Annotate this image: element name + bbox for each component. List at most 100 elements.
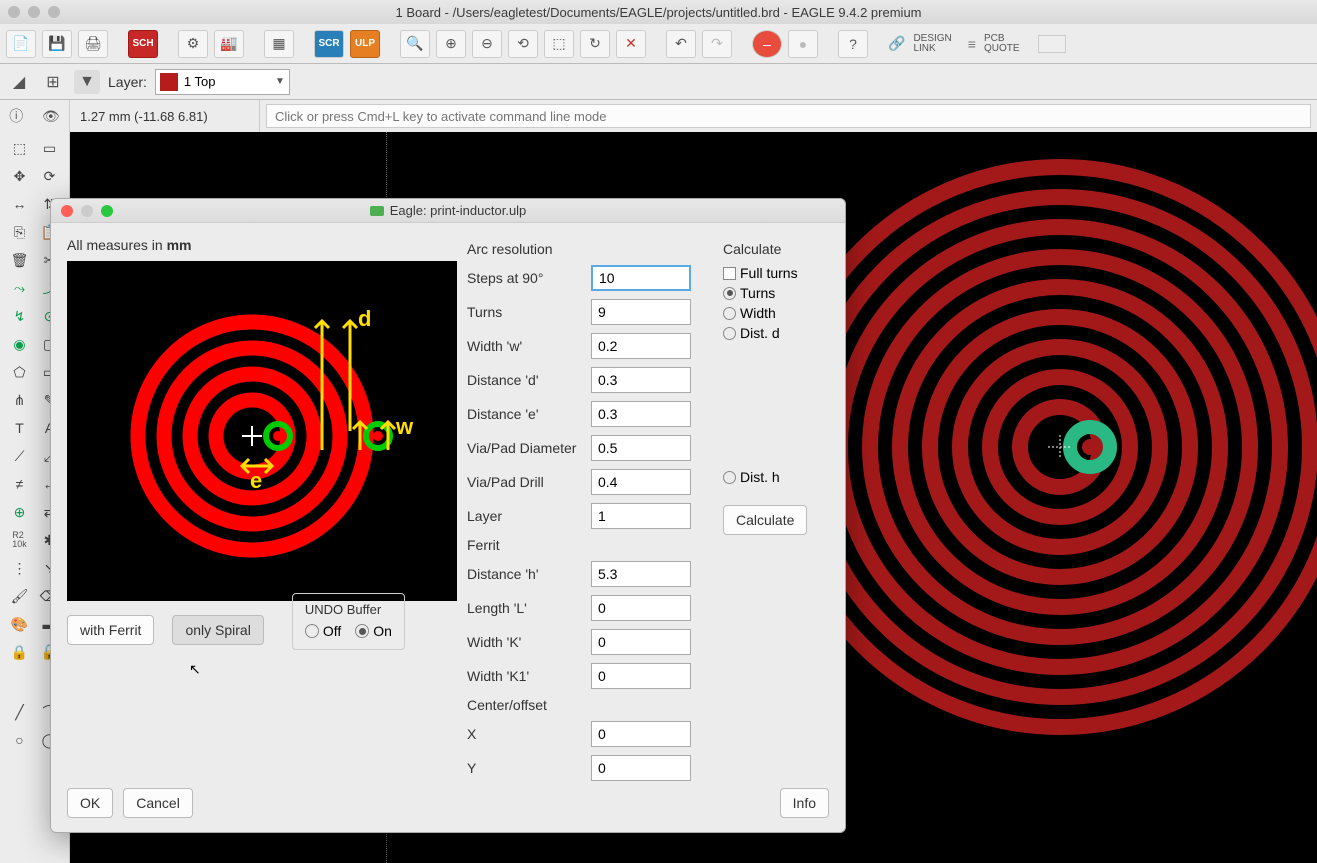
add-tool[interactable]: ⊕ — [7, 500, 33, 524]
eye-icon[interactable]: 👁 — [42, 108, 60, 125]
zoom-out-icon[interactable]: ⊖ — [472, 30, 502, 58]
calc-turns-radio[interactable]: Turns — [723, 285, 863, 301]
open-icon[interactable]: 📄 — [6, 30, 36, 58]
manufacture-icon[interactable]: 🏭 — [214, 30, 244, 58]
with-ferrit-button[interactable]: with Ferrit — [67, 615, 154, 645]
undo-title: UNDO Buffer — [305, 602, 392, 617]
undo-buffer-group: UNDO Buffer Off On — [292, 593, 405, 650]
go-icon[interactable]: ● — [788, 30, 818, 58]
svg-text:e: e — [250, 468, 262, 493]
brush-tool[interactable]: 🖌 — [7, 584, 33, 608]
via-diam-label: Via/Pad Diameter — [467, 440, 591, 456]
polygon-tool[interactable]: ⬠ — [7, 360, 33, 384]
lock-tool[interactable]: 🔒 — [7, 640, 33, 664]
route-tool[interactable]: ⤳ — [7, 276, 33, 300]
arc-title: Arc resolution — [467, 241, 707, 257]
move-tool[interactable]: ✥ — [7, 164, 33, 188]
ulp-button[interactable]: ULP — [350, 30, 380, 58]
save-icon[interactable]: 💾 — [42, 30, 72, 58]
ulp-dialog: Eagle: print-inductor.ulp All measures i… — [50, 198, 846, 833]
ok-button[interactable]: OK — [67, 788, 113, 818]
dim-tool[interactable]: ≠ — [7, 472, 33, 496]
info-icon[interactable]: ⓘ — [9, 106, 23, 126]
turns-input[interactable] — [591, 299, 691, 325]
select-tool[interactable]: ⬚ — [7, 136, 33, 160]
layer-select[interactable]: 1 Top ▼ — [155, 69, 290, 95]
main-toolbar: 📄 💾 🖨 SCH ⚙ 🏭 ▦ SCR ULP 🔍 ⊕ ⊖ ⟲ ⬚ ↻ ✕ ↶ … — [0, 24, 1317, 64]
paint-tool[interactable]: 🎨 — [7, 612, 33, 636]
zoom-fit-icon[interactable]: 🔍 — [400, 30, 430, 58]
sch-button[interactable]: SCH — [128, 30, 158, 58]
calc-width-radio[interactable]: Width — [723, 305, 863, 321]
only-spiral-button[interactable]: only Spiral — [172, 615, 263, 645]
calc-dist-d-radio[interactable]: Dist. d — [723, 325, 863, 341]
dist-d-label: Distance 'd' — [467, 372, 591, 388]
zoom-select-icon[interactable]: ⬚ — [544, 30, 574, 58]
width-w-label: Width 'w' — [467, 338, 591, 354]
steps-input[interactable] — [591, 265, 691, 291]
y-label: Y — [467, 760, 591, 776]
delete-tool[interactable]: 🗑 — [7, 248, 33, 272]
width-k1-input[interactable] — [591, 663, 691, 689]
zoom-in-icon[interactable]: ⊕ — [436, 30, 466, 58]
print-icon[interactable]: 🖨 — [78, 30, 108, 58]
scr-button[interactable]: SCR — [314, 30, 344, 58]
width-k-label: Width 'K' — [467, 634, 591, 650]
full-turns-check[interactable]: Full turns — [723, 265, 863, 281]
stop-icon[interactable]: – — [752, 30, 782, 58]
via-drill-input[interactable] — [591, 469, 691, 495]
library-icon[interactable]: ▦ — [264, 30, 294, 58]
layers-icon[interactable]: ◢ — [6, 70, 32, 94]
line-tool[interactable]: ╱ — [7, 700, 33, 724]
redo-icon[interactable]: ↷ — [702, 30, 732, 58]
value-tool[interactable]: R210k — [7, 528, 33, 552]
width-k-input[interactable] — [591, 629, 691, 655]
cancel-button[interactable]: Cancel — [123, 788, 193, 818]
rotate-tool[interactable]: ⟳ — [37, 164, 63, 188]
dialog-titlebar[interactable]: Eagle: print-inductor.ulp — [51, 199, 845, 223]
dist-e-label: Distance 'e' — [467, 406, 591, 422]
refresh-icon[interactable]: ↻ — [580, 30, 610, 58]
dist-h-input[interactable] — [591, 561, 691, 587]
command-input[interactable] — [266, 104, 1311, 128]
pcb-quote-button[interactable]: ≡ PCBQUOTE — [968, 34, 1020, 54]
pinarray-tool[interactable]: ⋮ — [7, 556, 33, 580]
layer-swatch — [160, 73, 178, 91]
via-diam-input[interactable] — [591, 435, 691, 461]
mirror-tool[interactable]: ↔ — [7, 192, 33, 216]
undo-icon[interactable]: ↶ — [666, 30, 696, 58]
text-tool[interactable]: T — [7, 416, 33, 440]
info-button[interactable]: Info — [780, 788, 829, 818]
filter-icon[interactable]: ▼ — [74, 70, 100, 94]
ulp-icon — [370, 206, 384, 216]
hole-tool[interactable]: ◉ — [7, 332, 33, 356]
width-k1-label: Width 'K1' — [467, 668, 591, 684]
design-link-button[interactable]: 🔗 DESIGNLINK — [888, 34, 952, 54]
calc-dist-h-radio[interactable]: Dist. h — [723, 469, 863, 485]
svg-text:d: d — [358, 306, 371, 331]
width-w-input[interactable] — [591, 333, 691, 359]
dist-d-input[interactable] — [591, 367, 691, 393]
coordinates: 1.27 mm (-11.68 6.81) — [70, 100, 260, 132]
y-input[interactable] — [591, 755, 691, 781]
cross-icon[interactable]: ✕ — [616, 30, 646, 58]
cam-icon[interactable]: ⚙ — [178, 30, 208, 58]
grid-icon[interactable]: ⊞ — [40, 70, 66, 94]
x-input[interactable] — [591, 721, 691, 747]
miter-tool[interactable]: ⟋ — [7, 444, 33, 468]
undo-on-radio[interactable]: On — [355, 623, 392, 639]
undo-off-radio[interactable]: Off — [305, 623, 341, 639]
net-tool[interactable]: ⋔ — [7, 388, 33, 412]
help-icon[interactable]: ? — [838, 30, 868, 58]
len-l-label: Length 'L' — [467, 600, 591, 616]
dist-e-input[interactable] — [591, 401, 691, 427]
copy-tool[interactable]: ⎘ — [7, 220, 33, 244]
len-l-input[interactable] — [591, 595, 691, 621]
calculate-button[interactable]: Calculate — [723, 505, 807, 535]
signal-tool[interactable]: ↯ — [7, 304, 33, 328]
zoom-redraw-icon[interactable]: ⟲ — [508, 30, 538, 58]
group-tool[interactable]: ▭ — [37, 136, 63, 160]
cursor-icon: ↖ — [189, 661, 201, 678]
circle-tool[interactable]: ○ — [7, 728, 33, 752]
layer-input[interactable] — [591, 503, 691, 529]
